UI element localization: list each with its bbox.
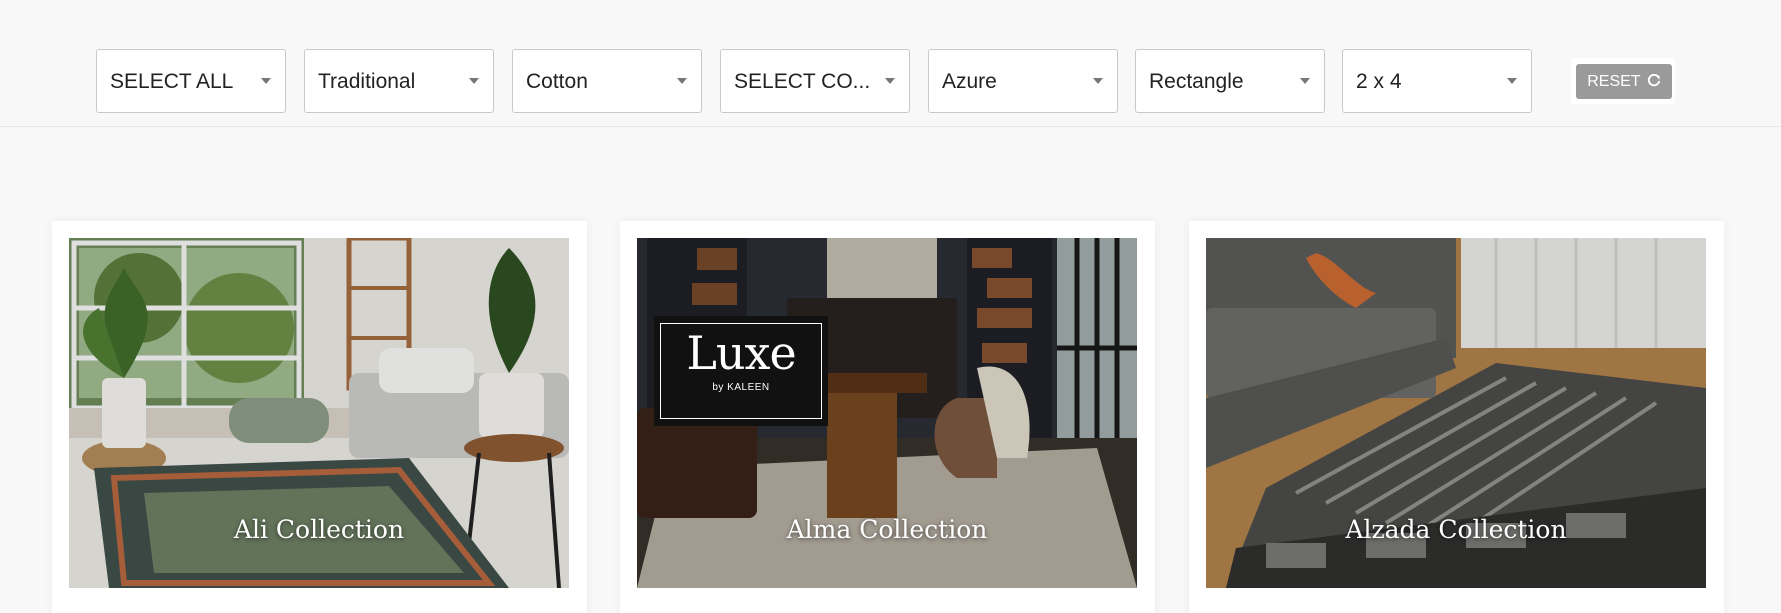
reset-label: RESET (1587, 73, 1641, 90)
caret-down-icon (261, 78, 271, 84)
caret-down-icon (1507, 78, 1517, 84)
luxe-logo: Luxe by KALEEN (654, 316, 828, 426)
filter-value: Azure (942, 70, 997, 93)
caret-down-icon (469, 78, 479, 84)
reset-button[interactable]: RESET (1576, 64, 1672, 99)
filter-size[interactable]: 2 x 4 (1342, 49, 1532, 113)
filter-color[interactable]: Azure (928, 49, 1118, 113)
collection-card-alzada: Alzada Collection (1189, 221, 1724, 613)
logo-byline: by KALEEN (712, 382, 770, 393)
refresh-icon (1647, 73, 1660, 87)
filter-material[interactable]: Cotton (512, 49, 702, 113)
filter-select-all[interactable]: SELECT ALL (96, 49, 286, 113)
caret-down-icon (885, 78, 895, 84)
filter-value: Rectangle (1149, 70, 1244, 93)
collection-title: Alzada Collection (1345, 515, 1567, 544)
caret-down-icon (1093, 78, 1103, 84)
filter-construction[interactable]: SELECT CO... (720, 49, 910, 113)
filter-bar: SELECT ALL Traditional Cotton SELECT CO.… (0, 0, 1781, 127)
caret-down-icon (677, 78, 687, 84)
filter-style[interactable]: Traditional (304, 49, 494, 113)
filter-shape[interactable]: Rectangle (1135, 49, 1325, 113)
filter-value: Cotton (526, 70, 588, 93)
logo-word: Luxe (686, 326, 796, 380)
collection-image-alma[interactable]: Luxe by KALEEN Alma Collection (637, 238, 1137, 588)
filter-value: SELECT ALL (110, 70, 234, 93)
collection-image-alzada[interactable]: Alzada Collection (1206, 238, 1706, 588)
filter-value: 2 x 4 (1356, 70, 1402, 93)
filter-value: SELECT CO... (734, 70, 871, 93)
collection-image-ali[interactable]: Ali Collection (69, 238, 569, 588)
collection-title: Ali Collection (233, 515, 405, 544)
reset-container: RESET (1571, 58, 1675, 104)
collection-card-alma: Luxe by KALEEN Alma Collection (620, 221, 1155, 613)
collection-title: Alma Collection (786, 515, 988, 544)
caret-down-icon (1300, 78, 1310, 84)
collection-card-ali: Ali Collection (52, 221, 587, 613)
filter-value: Traditional (318, 70, 416, 93)
